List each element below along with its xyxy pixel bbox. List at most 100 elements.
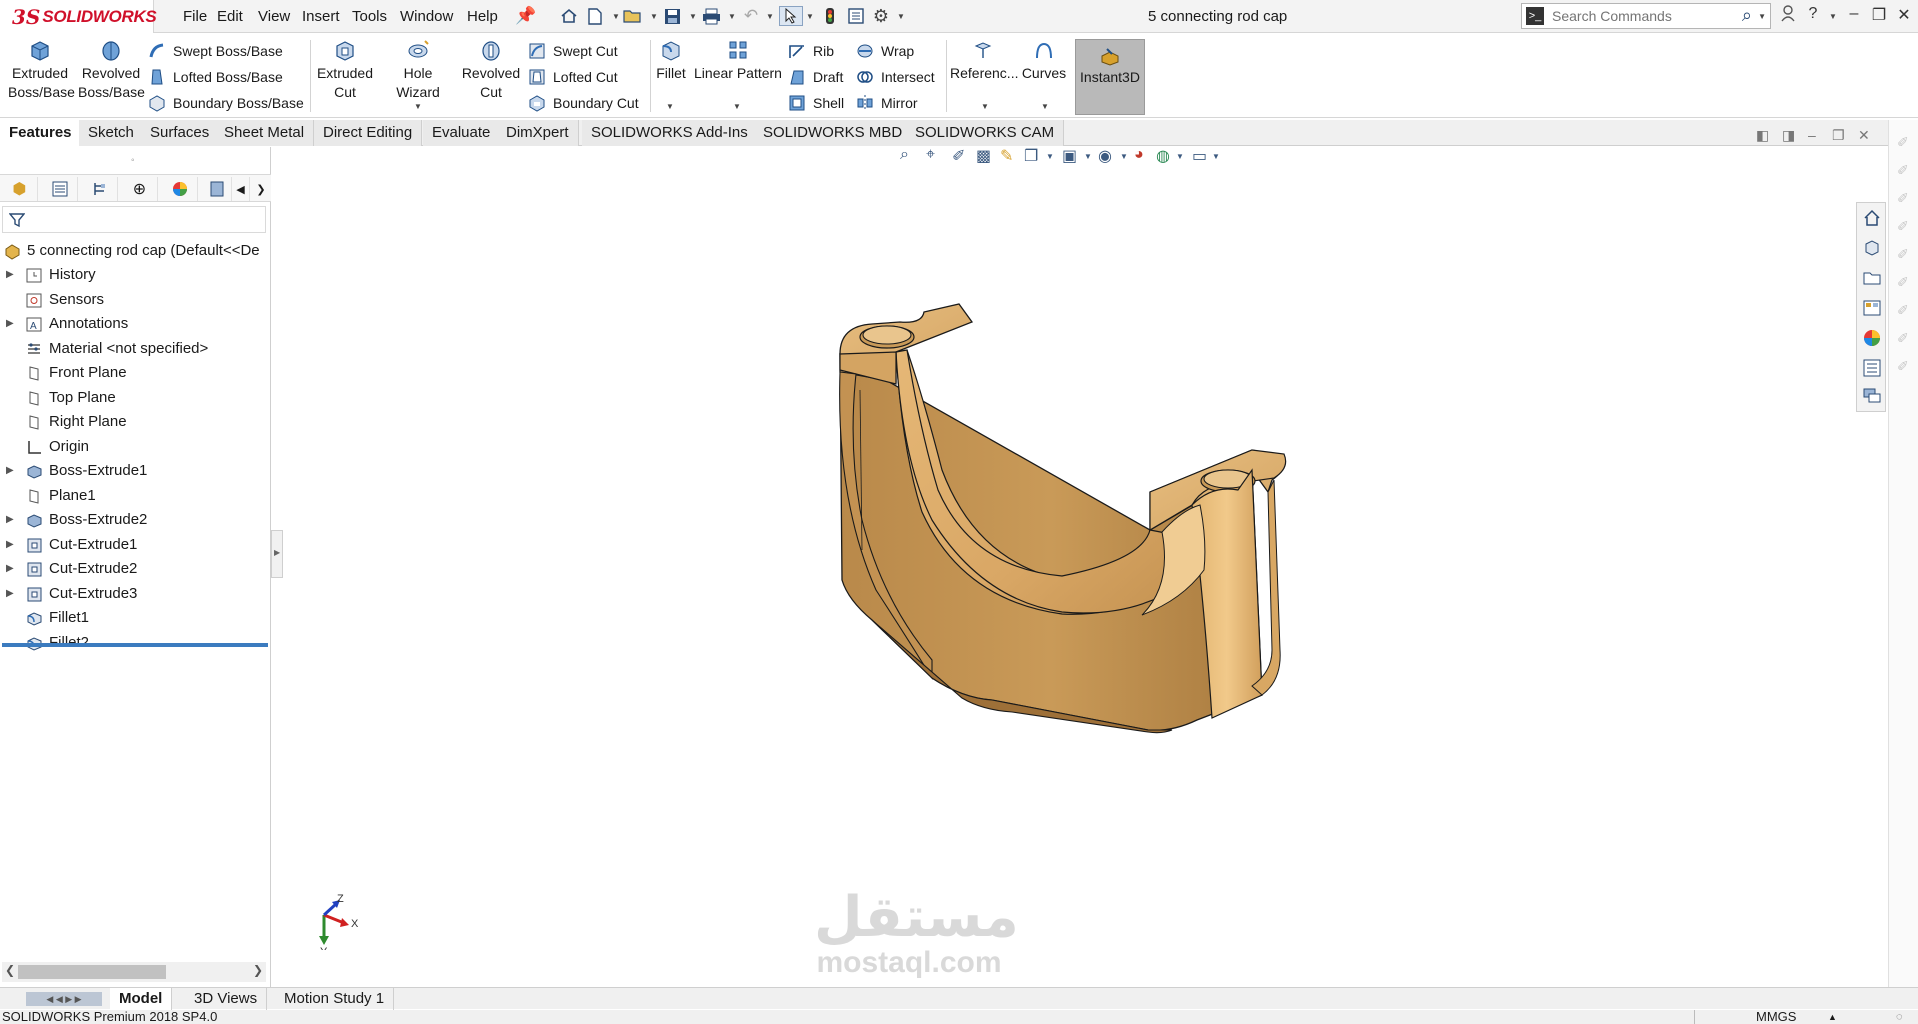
- dimxpert-manager-tab-icon[interactable]: ⊕: [122, 177, 158, 201]
- section-view-icon[interactable]: ▩: [976, 146, 991, 166]
- save-dropdown-icon[interactable]: ▼: [689, 12, 697, 21]
- notifications-icon[interactable]: ◌: [1896, 1010, 1903, 1024]
- restore-icon[interactable]: ❐: [1868, 5, 1890, 25]
- search-commands-box[interactable]: >_ ⌕ ▼: [1521, 3, 1771, 29]
- minimize-icon[interactable]: –: [1843, 5, 1865, 23]
- extruded-boss-button[interactable]: Extruded Boss/Base: [8, 38, 75, 102]
- tab-motion-study-1[interactable]: Motion Study 1: [275, 988, 395, 1010]
- menu-window[interactable]: Window: [400, 8, 453, 25]
- shell-button[interactable]: Shell: [788, 94, 844, 112]
- search-icon[interactable]: ⌕: [1742, 5, 1752, 26]
- expand-arrow-icon[interactable]: ▶: [6, 582, 14, 606]
- sketch-tool-icon[interactable]: ✐: [1897, 134, 1909, 151]
- solidworks-logo[interactable]: 3S SOLIDWORKS: [0, 0, 157, 33]
- sketch-tool-icon[interactable]: ✐: [1897, 302, 1909, 319]
- intersect-button[interactable]: Intersect: [856, 68, 935, 86]
- save-icon[interactable]: [661, 6, 683, 26]
- revolved-cut-button[interactable]: Revolved Cut: [460, 38, 522, 102]
- viewport-close-icon[interactable]: ✕: [1858, 127, 1870, 144]
- expand-arrow-icon[interactable]: ▶: [6, 459, 14, 483]
- reference-geometry-button[interactable]: Referenc...: [950, 38, 1018, 83]
- tree-filter-field[interactable]: [2, 206, 266, 233]
- custom-properties-icon[interactable]: [1863, 359, 1881, 377]
- wrap-button[interactable]: Wrap: [856, 42, 914, 60]
- horizontal-scrollbar[interactable]: ❮ ❯: [2, 962, 266, 982]
- appearances-scenes-icon[interactable]: [1863, 329, 1881, 347]
- menu-view[interactable]: View: [258, 8, 290, 25]
- expand-arrow-icon[interactable]: ▶: [6, 533, 14, 557]
- sketch-tool-icon[interactable]: ✐: [1897, 162, 1909, 179]
- expand-arrow-icon[interactable]: ▶: [6, 508, 14, 532]
- edit-appearance-icon[interactable]: ◕: [1134, 146, 1144, 164]
- hole-wizard-button[interactable]: Hole Wizard: [380, 38, 456, 102]
- menu-help[interactable]: Help: [467, 8, 498, 25]
- scroll-right-icon[interactable]: ❯: [253, 963, 263, 977]
- expand-arrow-icon[interactable]: ▶: [6, 263, 14, 287]
- linear-pattern-button[interactable]: Linear Pattern: [692, 38, 784, 83]
- lofted-boss-button[interactable]: Lofted Boss/Base: [148, 68, 283, 86]
- scrollbar-thumb[interactable]: [18, 965, 166, 979]
- dynamic-annotation-icon[interactable]: ✎: [1000, 146, 1013, 166]
- expand-arrow-icon[interactable]: ▶: [6, 312, 14, 336]
- hole-wizard-dropdown-icon[interactable]: ▼: [414, 102, 422, 111]
- tab-3d-views[interactable]: 3D Views: [185, 988, 268, 1010]
- apply-scene-icon[interactable]: ◍: [1156, 146, 1170, 166]
- sketch-tool-icon[interactable]: ✐: [1897, 246, 1909, 263]
- reference-dropdown-icon[interactable]: ▼: [981, 102, 989, 111]
- linear-pattern-dropdown-icon[interactable]: ▼: [733, 102, 741, 111]
- help-dropdown-icon[interactable]: ▼: [1829, 12, 1837, 21]
- menu-insert[interactable]: Insert: [302, 8, 340, 25]
- search-input[interactable]: [1552, 7, 1732, 25]
- file-explorer-icon[interactable]: [1863, 269, 1881, 287]
- rebuild-icon[interactable]: [819, 6, 841, 26]
- options-dropdown-icon[interactable]: ▼: [897, 12, 905, 21]
- scene-dropdown-icon[interactable]: ▼: [1176, 152, 1184, 161]
- boundary-cut-button[interactable]: Boundary Cut: [528, 94, 639, 112]
- fillet-dropdown-icon[interactable]: ▼: [666, 102, 674, 111]
- sketch-tool-icon[interactable]: ✐: [1897, 218, 1909, 235]
- property-manager-tab-icon[interactable]: [42, 177, 78, 201]
- viewport-tile-right-icon[interactable]: ◨: [1782, 127, 1795, 144]
- previous-view-icon[interactable]: ✐: [952, 146, 965, 166]
- solidworks-forum-icon[interactable]: [1863, 387, 1881, 405]
- sketch-tool-icon[interactable]: ✐: [1897, 190, 1909, 207]
- unit-system-dropdown-icon[interactable]: ▲: [1828, 1010, 1837, 1024]
- boundary-boss-button[interactable]: Boundary Boss/Base: [148, 94, 304, 112]
- select-dropdown-icon[interactable]: ▼: [806, 12, 814, 21]
- sketch-tool-icon[interactable]: ✐: [1897, 330, 1909, 347]
- sketch-tool-icon[interactable]: ✐: [1897, 358, 1909, 375]
- lofted-cut-button[interactable]: Lofted Cut: [528, 68, 618, 86]
- file-properties-icon[interactable]: [845, 6, 867, 26]
- open-dropdown-icon[interactable]: ▼: [650, 12, 658, 21]
- view-orientation-dropdown-icon[interactable]: ▼: [1046, 152, 1054, 161]
- hide-show-items-icon[interactable]: ◉: [1098, 146, 1112, 166]
- viewport-tile-left-icon[interactable]: ◧: [1756, 127, 1769, 144]
- revolved-boss-button[interactable]: Revolved Boss/Base: [78, 38, 145, 102]
- view-settings-icon[interactable]: ▭: [1192, 146, 1207, 166]
- view-settings-dropdown-icon[interactable]: ▼: [1212, 152, 1220, 161]
- viewport-restore-icon[interactable]: ❐: [1832, 127, 1845, 144]
- new-dropdown-icon[interactable]: ▼: [612, 12, 620, 21]
- curves-dropdown-icon[interactable]: ▼: [1041, 102, 1049, 111]
- view-palette-icon[interactable]: [1863, 299, 1881, 317]
- fillet-button[interactable]: Fillet: [654, 38, 688, 83]
- scroll-left-icon[interactable]: ❮: [5, 963, 15, 977]
- user-account-icon[interactable]: [1777, 5, 1799, 27]
- open-folder-icon[interactable]: [622, 6, 644, 26]
- swept-cut-button[interactable]: Swept Cut: [528, 42, 618, 60]
- scroll-tabs-left-icon[interactable]: ◀: [232, 177, 250, 201]
- rollback-bar[interactable]: [2, 643, 268, 647]
- graphics-area[interactable]: ⌕ ⌖ ✐ ▩ ✎ ❐ ▼ ▣ ▼ ◉ ▼ ◕ ◍ ▼ ▭ ▼ ◧ ◨ – ❐ …: [272, 120, 1886, 987]
- display-style-icon[interactable]: ▣: [1062, 146, 1077, 166]
- display-manager-tab-icon[interactable]: [162, 177, 198, 201]
- hide-show-dropdown-icon[interactable]: ▼: [1120, 152, 1128, 161]
- options-gear-icon[interactable]: ⚙: [870, 6, 892, 26]
- search-dropdown-icon[interactable]: ▼: [1758, 12, 1766, 21]
- expand-arrow-icon[interactable]: ▶: [6, 557, 14, 581]
- tab-sketch[interactable]: Sketch: [79, 120, 144, 146]
- mirror-button[interactable]: Mirror: [856, 94, 918, 112]
- pin-menu-icon[interactable]: 📌: [515, 6, 537, 26]
- undo-dropdown-icon[interactable]: ▼: [766, 12, 774, 21]
- swept-boss-button[interactable]: Swept Boss/Base: [148, 42, 283, 60]
- rib-button[interactable]: Rib: [788, 42, 834, 60]
